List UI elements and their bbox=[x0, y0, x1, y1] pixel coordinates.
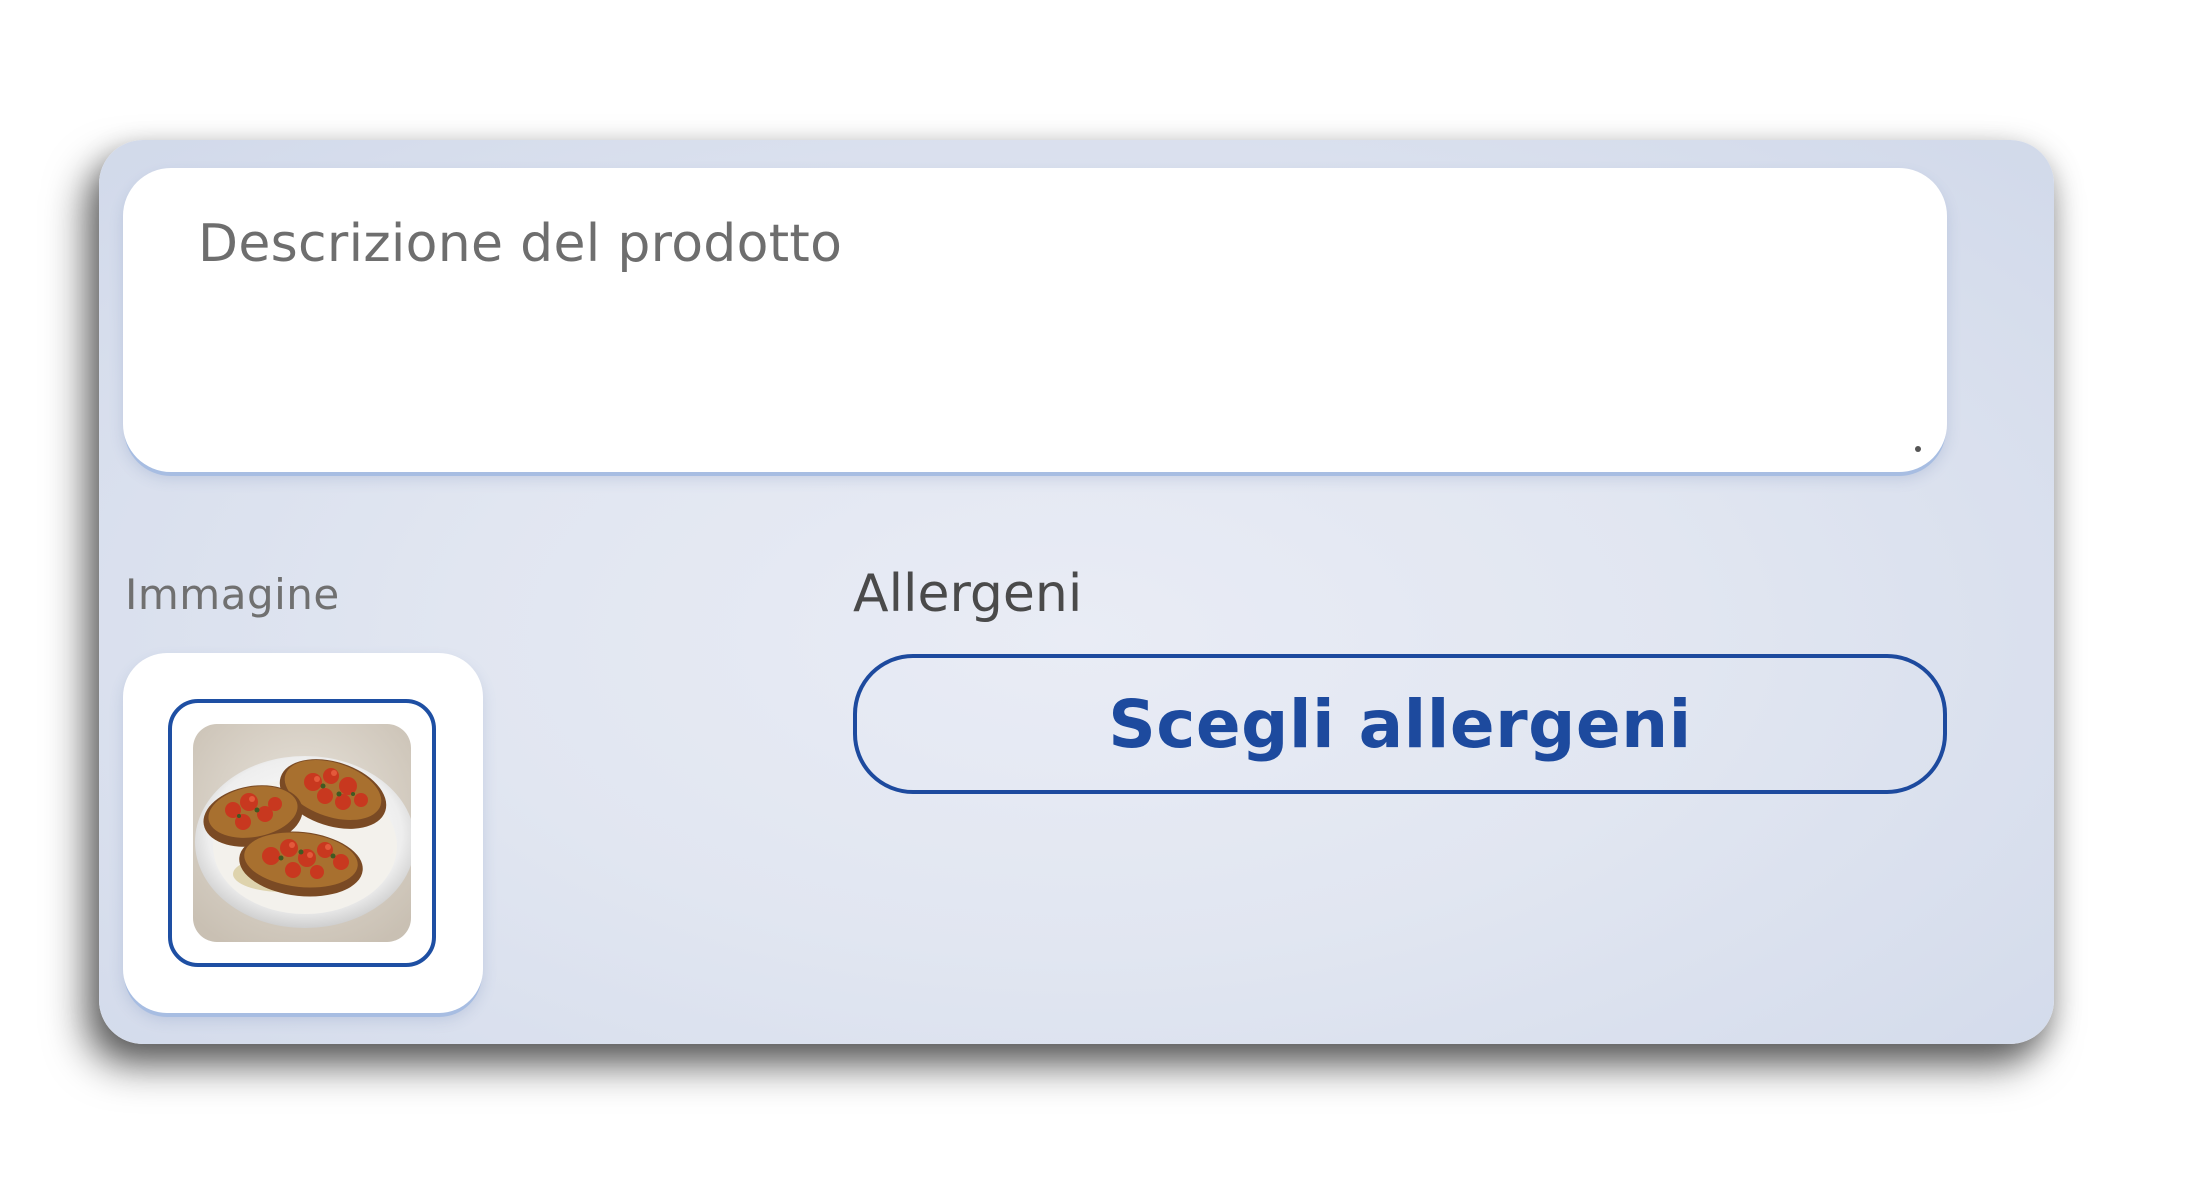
product-description-placeholder: Descrizione del prodotto bbox=[198, 214, 843, 274]
textarea-resize-handle[interactable] bbox=[1915, 446, 1921, 452]
choose-allergens-button[interactable]: Scegli allergeni bbox=[853, 654, 1947, 794]
choose-allergens-button-label: Scegli allergeni bbox=[1108, 685, 1692, 763]
allergens-label: Allergeni bbox=[853, 564, 1083, 624]
image-label: Immagine bbox=[125, 570, 340, 619]
bruschetta-image bbox=[193, 724, 411, 942]
product-image-picker[interactable] bbox=[123, 653, 483, 1013]
product-description-textarea[interactable]: Descrizione del prodotto bbox=[123, 168, 1947, 472]
product-details-card: Descrizione del prodotto Immagine Allerg… bbox=[99, 140, 2054, 1044]
product-image-frame[interactable] bbox=[168, 699, 436, 967]
